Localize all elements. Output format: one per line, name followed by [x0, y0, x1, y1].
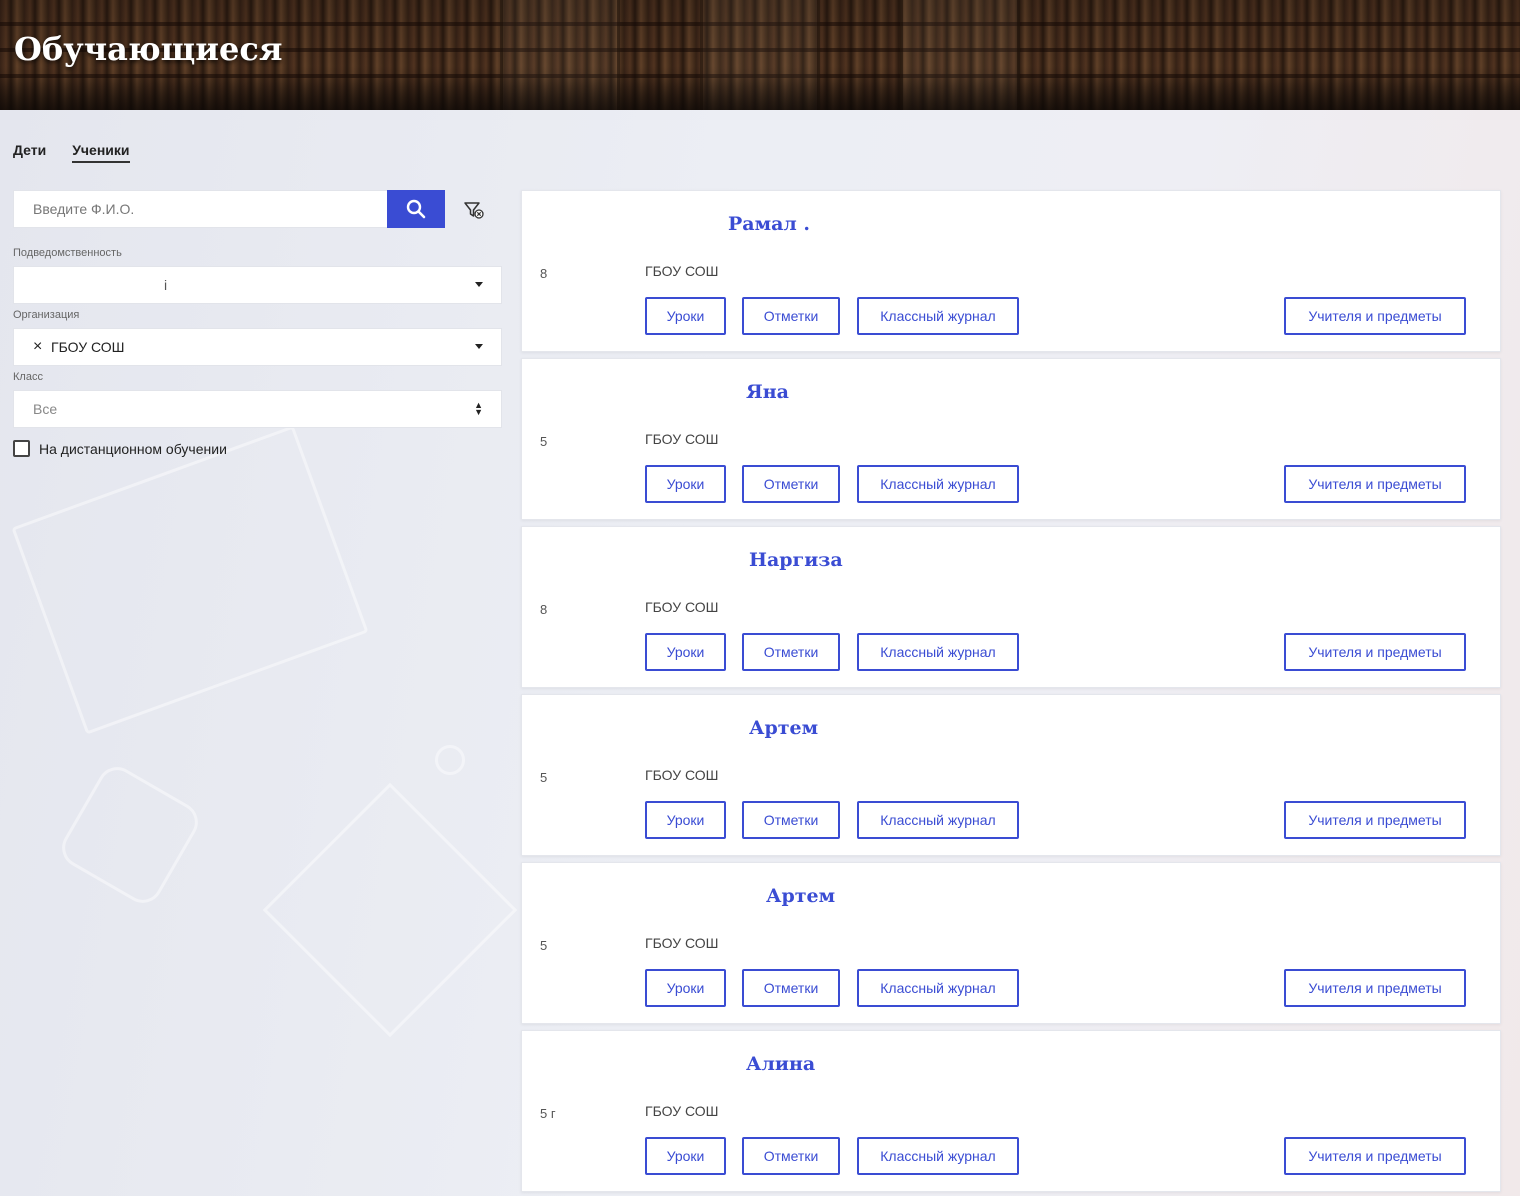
search-icon	[406, 199, 426, 219]
student-card: Яна 5 ГБОУ СОШ Уроки Отметки Классный жу…	[521, 358, 1501, 520]
lessons-button[interactable]: Уроки	[645, 633, 726, 671]
tab-children[interactable]: Дети	[13, 142, 46, 163]
student-org: ГБОУ СОШ	[645, 599, 719, 615]
student-org: ГБОУ СОШ	[645, 935, 719, 951]
chevron-down-icon	[475, 344, 483, 349]
student-name[interactable]: Артем	[749, 717, 818, 739]
search-input[interactable]	[13, 190, 387, 228]
organization-select[interactable]: × ГБОУ СОШ	[13, 328, 502, 366]
distance-learning-label: На дистанционном обучении	[39, 440, 227, 457]
student-org: ГБОУ СОШ	[645, 263, 719, 279]
student-grade: 5	[540, 938, 548, 953]
sort-updown-icon: ▲ ▼	[474, 400, 483, 417]
class-journal-button[interactable]: Классный журнал	[857, 465, 1019, 503]
background-decoration	[11, 425, 369, 735]
subordination-label: Подведомственность	[13, 247, 122, 259]
lessons-button[interactable]: Уроки	[645, 969, 726, 1007]
student-org: ГБОУ СОШ	[645, 1103, 719, 1119]
teachers-subjects-button[interactable]: Учителя и предметы	[1284, 1137, 1466, 1175]
filter-clear-icon[interactable]	[463, 199, 485, 221]
student-grade: 5	[540, 434, 548, 449]
student-grade: 5	[540, 770, 548, 785]
chevron-down-icon	[475, 282, 483, 287]
student-name[interactable]: Наргиза	[749, 549, 843, 571]
class-journal-button[interactable]: Классный журнал	[857, 1137, 1019, 1175]
student-card: Алина 5 г ГБОУ СОШ Уроки Отметки Классны…	[521, 1030, 1501, 1192]
lessons-button[interactable]: Уроки	[645, 1137, 726, 1175]
class-value: Все	[33, 401, 58, 417]
marks-button[interactable]: Отметки	[742, 969, 840, 1007]
teachers-subjects-button[interactable]: Учителя и предметы	[1284, 297, 1466, 335]
student-name[interactable]: Артем	[766, 885, 835, 907]
marks-button[interactable]: Отметки	[742, 297, 840, 335]
marks-button[interactable]: Отметки	[742, 801, 840, 839]
marks-button[interactable]: Отметки	[742, 465, 840, 503]
student-grade: 8	[540, 602, 548, 617]
student-grade: 8	[540, 266, 548, 281]
student-card: Артем 5 ГБОУ СОШ Уроки Отметки Классный …	[521, 862, 1501, 1024]
distance-learning-checkbox[interactable]	[13, 440, 30, 457]
lessons-button[interactable]: Уроки	[645, 465, 726, 503]
class-journal-button[interactable]: Классный журнал	[857, 801, 1019, 839]
class-journal-button[interactable]: Классный журнал	[857, 633, 1019, 671]
teachers-subjects-button[interactable]: Учителя и предметы	[1284, 633, 1466, 671]
page-title: Обучающиеся	[14, 30, 283, 68]
search-button[interactable]	[387, 190, 445, 228]
teachers-subjects-button[interactable]: Учителя и предметы	[1284, 465, 1466, 503]
marks-button[interactable]: Отметки	[742, 633, 840, 671]
lessons-button[interactable]: Уроки	[645, 801, 726, 839]
organization-value: ГБОУ СОШ	[51, 339, 125, 355]
search-bar	[13, 190, 445, 228]
clear-selection-icon[interactable]: ×	[33, 338, 42, 356]
distance-learning-toggle[interactable]: На дистанционном обучении	[13, 440, 227, 457]
student-card: Наргиза 8 ГБОУ СОШ Уроки Отметки Классны…	[521, 526, 1501, 688]
student-card: Артем 5 ГБОУ СОШ Уроки Отметки Классный …	[521, 694, 1501, 856]
marks-button[interactable]: Отметки	[742, 1137, 840, 1175]
class-select[interactable]: Все ▲ ▼	[13, 390, 502, 428]
student-grade: 5 г	[540, 1106, 556, 1121]
student-card: Рамал . 8 ГБОУ СОШ Уроки Отметки Классны…	[521, 190, 1501, 352]
subordination-select[interactable]: i	[13, 266, 502, 304]
tab-students[interactable]: Ученики	[72, 142, 130, 163]
organization-label: Организация	[13, 309, 80, 321]
class-journal-button[interactable]: Классный журнал	[857, 969, 1019, 1007]
background-decoration	[54, 759, 206, 911]
student-name[interactable]: Яна	[746, 381, 789, 403]
tab-bar: Дети Ученики	[13, 142, 130, 163]
subordination-value: i	[164, 277, 168, 293]
class-journal-button[interactable]: Классный журнал	[857, 297, 1019, 335]
class-label: Класс	[13, 371, 43, 383]
background-decoration	[262, 782, 518, 1038]
student-org: ГБОУ СОШ	[645, 431, 719, 447]
student-name[interactable]: Рамал .	[728, 213, 810, 235]
student-org: ГБОУ СОШ	[645, 767, 719, 783]
teachers-subjects-button[interactable]: Учителя и предметы	[1284, 801, 1466, 839]
teachers-subjects-button[interactable]: Учителя и предметы	[1284, 969, 1466, 1007]
background-decoration	[435, 745, 465, 775]
lessons-button[interactable]: Уроки	[645, 297, 726, 335]
student-name[interactable]: Алина	[746, 1053, 815, 1075]
